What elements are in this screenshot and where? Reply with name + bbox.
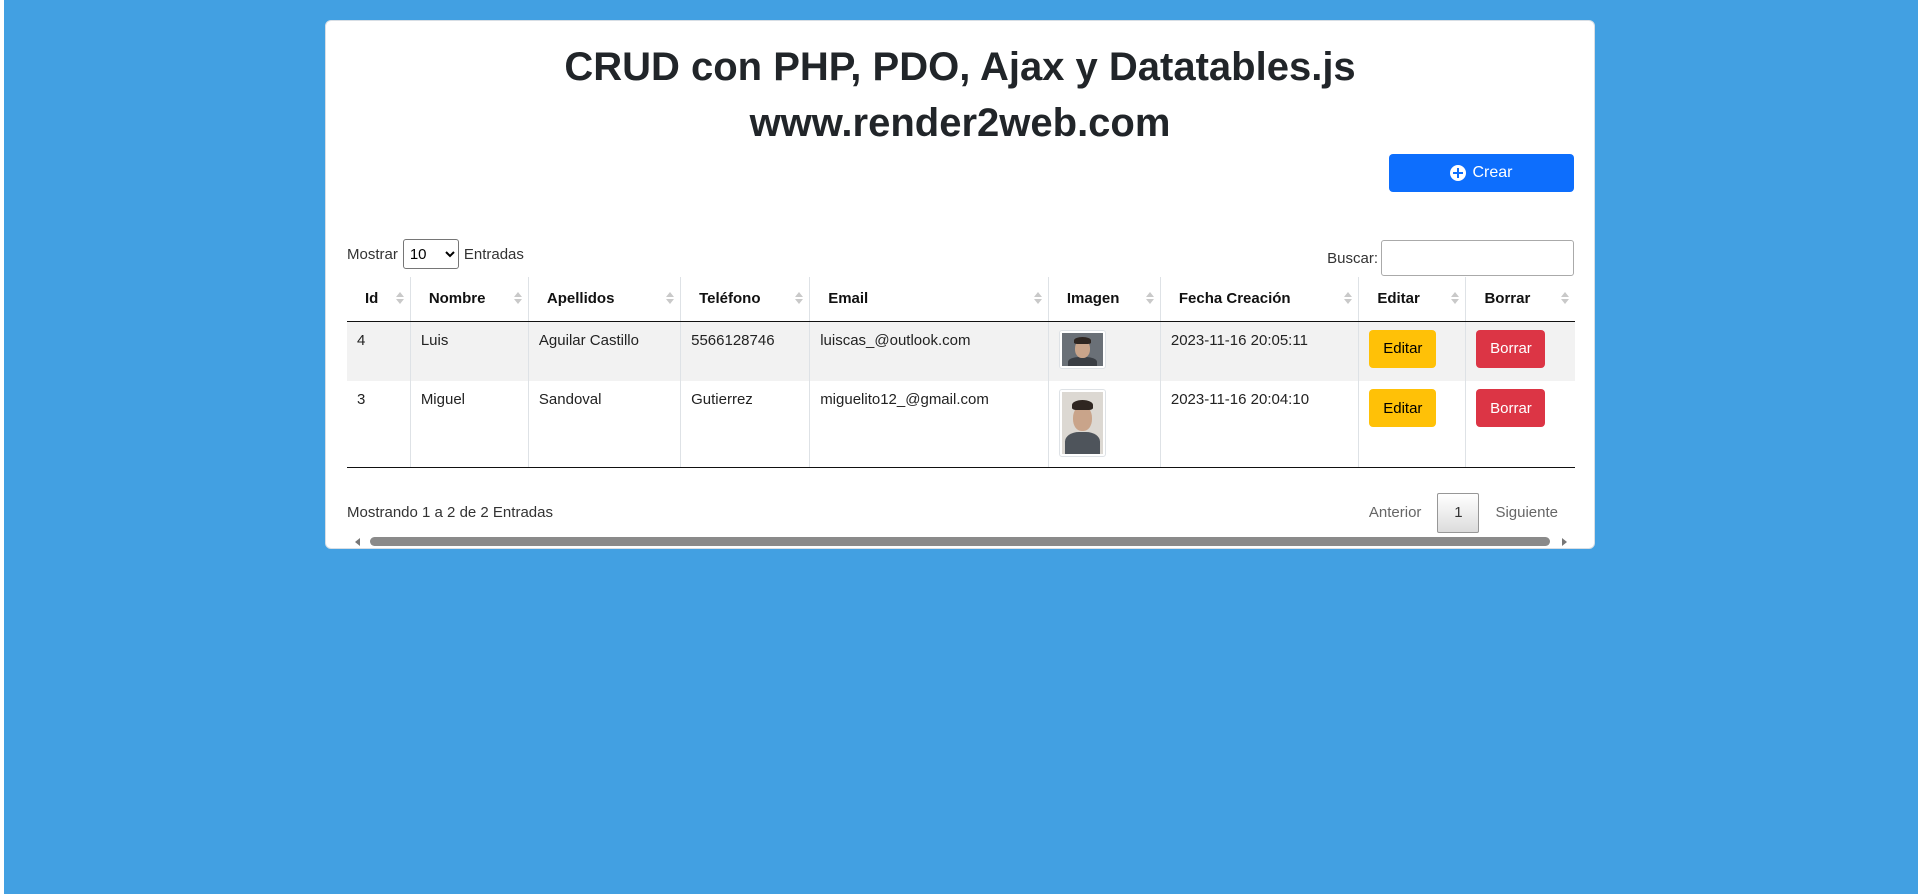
plus-circle-icon (1450, 165, 1467, 181)
column-header-imagen[interactable]: Imagen (1047, 277, 1161, 322)
sort-icon (1145, 290, 1154, 306)
page-length-control: Mostrar 10 Entradas (347, 239, 524, 269)
cell-telefono: Gutierrez (680, 381, 810, 468)
delete-button[interactable]: Borrar (1476, 389, 1546, 427)
search-input[interactable] (1381, 240, 1574, 276)
cell-nombre: Miguel (409, 381, 529, 468)
cell-borrar: Borrar (1465, 321, 1575, 381)
cell-imagen (1047, 381, 1161, 468)
cell-id: 3 (347, 381, 411, 468)
cell-borrar: Borrar (1465, 381, 1575, 468)
pagination: Anterior 1 Siguiente (1353, 493, 1574, 533)
sort-icon (1451, 290, 1460, 306)
page-subtitle: www.render2web.com (749, 101, 1171, 145)
sort-icon (1561, 290, 1569, 306)
column-header-apellidos[interactable]: Apellidos (527, 277, 681, 322)
search-label: Buscar: (1327, 249, 1378, 267)
edit-button[interactable]: Editar (1369, 329, 1437, 368)
column-header-telefono[interactable]: Teléfono (680, 277, 810, 322)
avatar (1061, 392, 1103, 454)
cell-fecha: 2023-11-16 20:05:11 (1159, 321, 1359, 381)
cell-id: 4 (357, 331, 366, 349)
page-length-select[interactable]: 10 (402, 239, 459, 269)
table-row: 4 Luis Aguilar Castillo 5566128746 luisc… (347, 321, 1575, 381)
create-button-label: Crear (1472, 164, 1513, 181)
cell-email: luiscas_@outlook.com (809, 321, 1049, 381)
column-header-id[interactable]: Id (347, 277, 411, 322)
horizontal-scrollbar[interactable] (347, 535, 1575, 549)
column-header-editar[interactable]: Editar (1358, 277, 1466, 322)
user-photo (1058, 329, 1106, 369)
page-title: CRUD con PHP, PDO, Ajax y Datatables.js (564, 45, 1356, 89)
cell-fecha: 2023-11-16 20:04:10 (1159, 381, 1359, 468)
next-page-button[interactable]: Siguiente (1479, 493, 1574, 533)
page-1-button[interactable]: 1 (1437, 493, 1480, 533)
cell-apellidos: Sandoval (527, 381, 681, 468)
sort-icon (395, 290, 404, 306)
user-photo (1058, 389, 1106, 457)
scrollbar-thumb[interactable] (370, 537, 1550, 546)
cell-editar: Editar (1358, 321, 1466, 381)
previous-page-button[interactable]: Anterior (1353, 493, 1438, 533)
sort-icon (666, 290, 675, 306)
entries-label: Entradas (463, 245, 524, 263)
column-header-borrar[interactable]: Borrar (1465, 277, 1575, 322)
cell-imagen (1047, 321, 1161, 381)
users-table: Id Nombre Apellidos Teléfono Email Image… (347, 277, 1575, 468)
table-row: 3 Miguel Sandoval Gutierrez miguelito12_… (347, 381, 1575, 468)
edit-button[interactable]: Editar (1369, 389, 1437, 427)
create-button[interactable]: Crear (1389, 154, 1574, 192)
column-header-email[interactable]: Email (809, 277, 1049, 322)
delete-button[interactable]: Borrar (1476, 329, 1546, 368)
table-header-row: Id Nombre Apellidos Teléfono Email Image… (347, 277, 1575, 322)
table-info: Mostrando 1 a 2 de 2 Entradas (347, 504, 553, 521)
cell-apellidos: Aguilar Castillo (527, 321, 681, 381)
column-header-nombre[interactable]: Nombre (409, 277, 529, 322)
sort-icon (513, 290, 522, 306)
sort-icon (1033, 290, 1042, 306)
cell-email: miguelito12_@gmail.com (809, 381, 1049, 468)
scroll-left-icon[interactable] (355, 538, 360, 546)
cell-nombre: Luis (409, 321, 529, 381)
main-card: CRUD con PHP, PDO, Ajax y Datatables.js … (325, 20, 1595, 549)
show-label: Mostrar (347, 245, 398, 263)
cell-editar: Editar (1358, 381, 1466, 468)
avatar (1061, 332, 1103, 366)
sort-icon (795, 290, 804, 306)
scroll-right-icon[interactable] (1562, 538, 1567, 546)
search-control: Buscar: (1327, 240, 1574, 276)
sort-icon (1344, 290, 1353, 306)
cell-telefono: 5566128746 (680, 321, 810, 381)
column-header-fecha[interactable]: Fecha Creación (1159, 277, 1359, 322)
